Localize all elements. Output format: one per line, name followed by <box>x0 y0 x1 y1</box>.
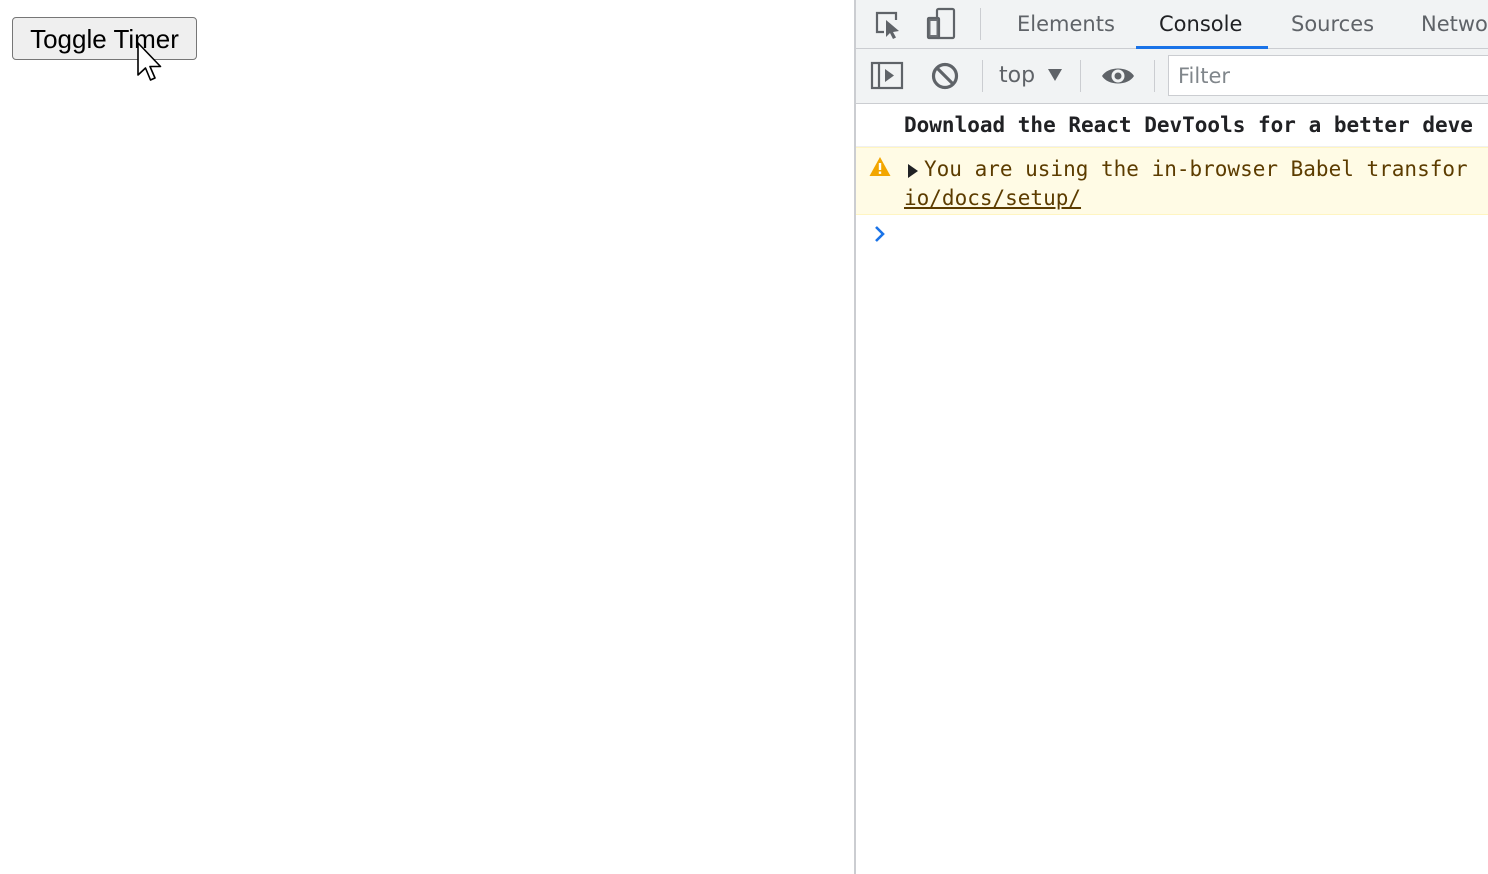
devtools-tabbar: Elements Console Sources Netwo <box>856 0 1488 49</box>
console-filter-input[interactable] <box>1168 55 1488 96</box>
context-selector[interactable]: top <box>999 60 1035 92</box>
console-message-text: Download the React DevTools for a better… <box>904 113 1473 137</box>
tab-console[interactable]: Console <box>1159 0 1242 48</box>
element-picker-icon[interactable] <box>870 6 906 42</box>
tabbar-separator <box>980 8 981 40</box>
console-message-info: Download the React DevTools for a better… <box>856 104 1488 147</box>
console-messages: Download the React DevTools for a better… <box>856 104 1488 874</box>
console-toolbar: top <box>856 49 1488 104</box>
devtools-panel: Elements Console Sources Netwo top Downl… <box>856 0 1488 874</box>
live-expression-icon[interactable] <box>1100 58 1136 94</box>
toolbar-separator <box>1080 60 1081 92</box>
expand-triangle-icon[interactable] <box>908 164 918 178</box>
warning-icon <box>869 157 891 176</box>
toggle-timer-button[interactable]: Toggle Timer <box>12 17 197 60</box>
context-dropdown-arrow-icon[interactable] <box>1048 69 1062 81</box>
device-toolbar-icon[interactable] <box>924 6 960 42</box>
console-sidebar-icon[interactable] <box>869 58 905 94</box>
prompt-chevron-icon[interactable] <box>872 224 888 244</box>
tab-elements[interactable]: Elements <box>1017 0 1115 48</box>
console-message-warning: You are using the in-browser Babel trans… <box>856 147 1488 215</box>
console-message-link[interactable]: io/docs/setup/ <box>904 186 1081 210</box>
tab-sources[interactable]: Sources <box>1291 0 1374 48</box>
toolbar-separator <box>1154 60 1155 92</box>
tab-network[interactable]: Netwo <box>1421 0 1488 48</box>
console-message-text: You are using the in-browser Babel trans… <box>924 157 1468 181</box>
toolbar-separator <box>982 60 983 92</box>
clear-console-icon[interactable] <box>927 58 963 94</box>
page-viewport: Toggle Timer <box>0 0 855 874</box>
